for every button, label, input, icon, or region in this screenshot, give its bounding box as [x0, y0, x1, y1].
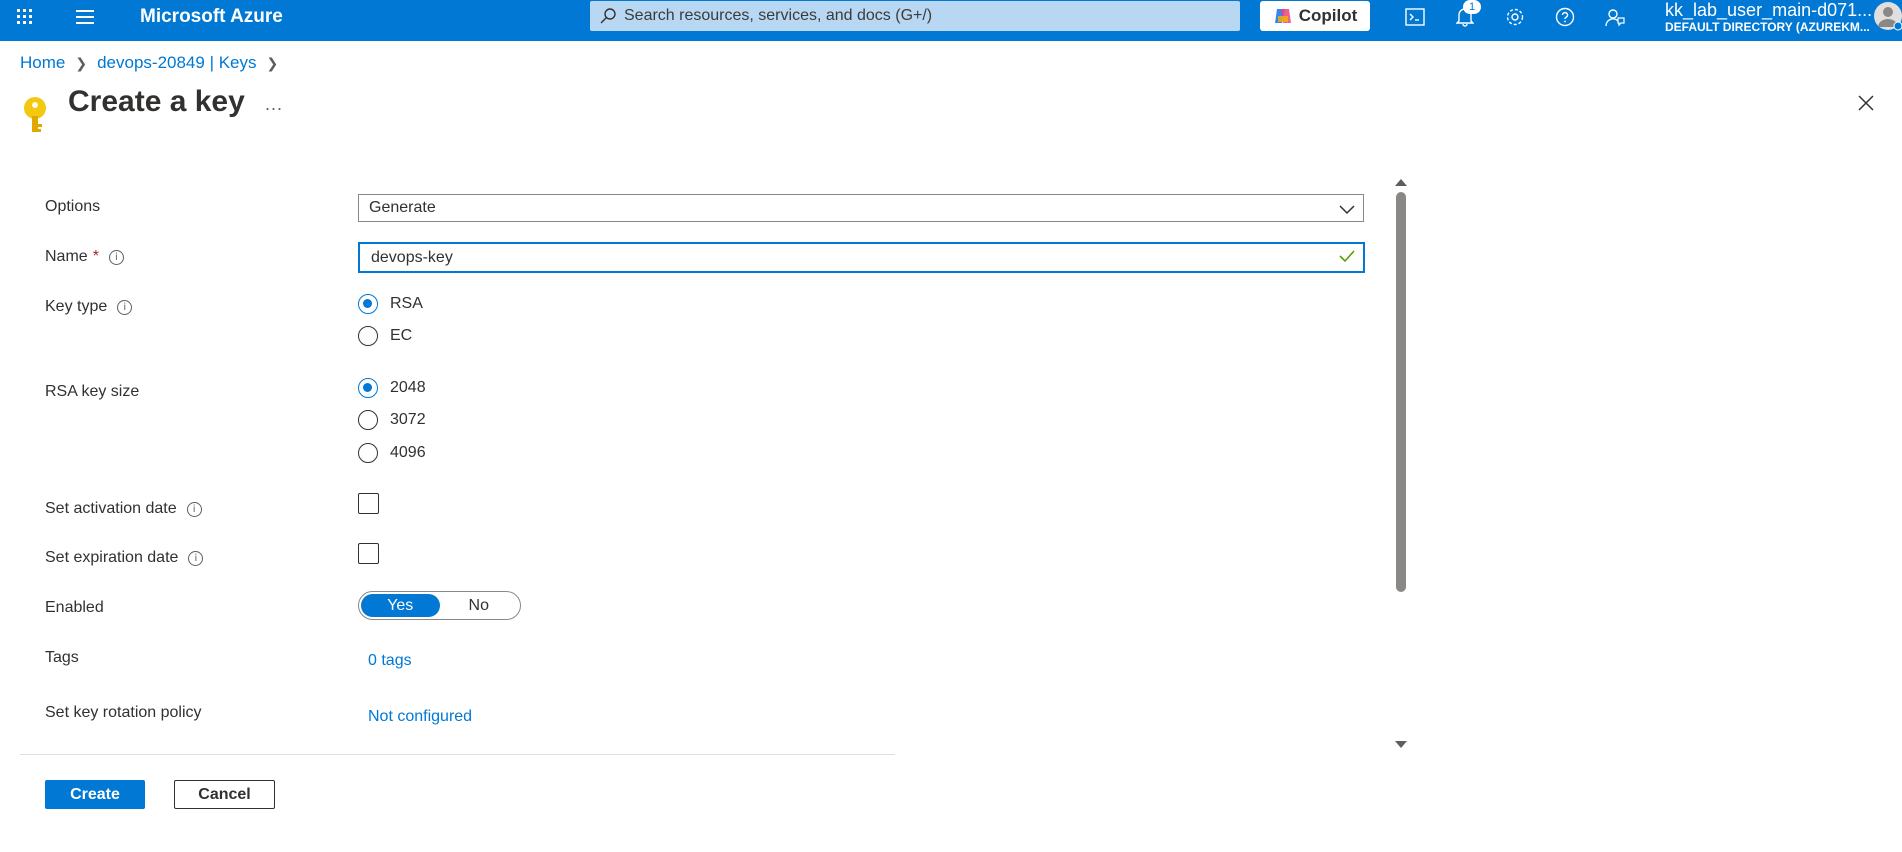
required-asterisk: *: [92, 248, 99, 265]
chevron-down-icon: [1339, 202, 1355, 220]
brand-title[interactable]: Microsoft Azure: [140, 0, 283, 33]
options-label-text: Options: [45, 198, 101, 215]
page-title: Create a key: [68, 85, 245, 118]
enabled-no-option[interactable]: No: [440, 594, 519, 617]
name-field[interactable]: [358, 242, 1365, 273]
radio-label: 3072: [390, 411, 426, 428]
app-launcher-icon[interactable]: [12, 0, 38, 33]
radio-label: EC: [390, 327, 413, 344]
rsa-size-radio-2048[interactable]: 2048: [358, 378, 426, 398]
feedback-icon[interactable]: [1595, 0, 1635, 33]
notification-count-badge: 1: [1463, 0, 1481, 14]
copilot-label: Copilot: [1298, 6, 1358, 25]
radio-indicator[interactable]: [358, 410, 378, 430]
scroll-down-arrow-icon[interactable]: [1394, 737, 1408, 755]
tags-link[interactable]: 0 tags: [368, 652, 412, 670]
name-input[interactable]: [369, 247, 1323, 268]
rotation-policy-link[interactable]: Not configured: [368, 708, 472, 726]
copilot-button[interactable]: Copilot: [1260, 1, 1370, 31]
key-type-label-text: Key type: [45, 298, 108, 315]
expiration-date-label-text: Set expiration date: [45, 549, 179, 566]
options-label: Options: [45, 198, 100, 216]
options-selected-value: Generate: [369, 199, 436, 216]
radio-indicator[interactable]: [358, 326, 378, 346]
chevron-right-icon: ❯: [266, 54, 279, 71]
radio-selected-indicator[interactable]: [358, 378, 378, 398]
radio-label: 2048: [390, 379, 426, 396]
info-icon[interactable]: i: [117, 299, 133, 315]
cancel-button[interactable]: Cancel: [174, 780, 275, 809]
options-dropdown[interactable]: Generate: [358, 194, 1364, 222]
name-label-text: Name: [45, 248, 88, 265]
key-type-radio-ec[interactable]: EC: [358, 326, 412, 346]
enabled-yes-option[interactable]: Yes: [361, 594, 440, 617]
global-search-box[interactable]: [590, 1, 1240, 31]
breadcrumb: Home ❯ devops-20849 | Keys ❯: [20, 53, 288, 73]
info-icon[interactable]: i: [186, 501, 202, 517]
help-question-icon[interactable]: [1545, 0, 1585, 33]
search-input[interactable]: [622, 6, 1206, 26]
radio-indicator[interactable]: [358, 443, 378, 463]
footer-divider: [20, 754, 895, 755]
rotation-policy-label-text: Set key rotation policy: [45, 704, 202, 721]
activation-date-label: Set activation date i: [45, 500, 202, 518]
enabled-label-text: Enabled: [45, 599, 104, 616]
scroll-up-arrow-icon[interactable]: [1394, 174, 1408, 192]
radio-selected-indicator[interactable]: [358, 294, 378, 314]
close-icon[interactable]: [1858, 95, 1874, 116]
tags-label: Tags: [45, 649, 79, 667]
rsa-size-radio-4096[interactable]: 4096: [358, 443, 426, 463]
info-icon[interactable]: i: [188, 550, 204, 566]
radio-label: RSA: [390, 295, 423, 312]
breadcrumb-home-link[interactable]: Home: [20, 53, 65, 73]
info-icon[interactable]: i: [108, 249, 124, 265]
key-type-radio-rsa[interactable]: RSA: [358, 294, 423, 314]
hamburger-menu-icon[interactable]: [72, 0, 98, 33]
rsa-key-size-label: RSA key size: [45, 383, 139, 401]
cloud-shell-icon[interactable]: [1395, 0, 1435, 33]
rotation-policy-label: Set key rotation policy: [45, 704, 202, 722]
radio-label: 4096: [390, 444, 426, 461]
enabled-toggle[interactable]: Yes No: [358, 591, 521, 620]
enabled-label: Enabled: [45, 599, 104, 617]
activation-date-label-text: Set activation date: [45, 500, 177, 517]
breadcrumb-vault-link[interactable]: devops-20849 | Keys: [97, 53, 256, 73]
name-label: Name * i: [45, 248, 124, 266]
expiration-date-label: Set expiration date i: [45, 549, 204, 567]
expiration-date-checkbox[interactable]: [358, 543, 379, 564]
rsa-key-size-label-text: RSA key size: [45, 383, 140, 400]
search-icon: [600, 8, 616, 24]
user-directory[interactable]: DEFAULT DIRECTORY (AZUREKM...: [1665, 20, 1870, 34]
key-icon: [22, 96, 48, 141]
user-account-name[interactable]: kk_lab_user_main-d071...: [1665, 0, 1872, 21]
create-button[interactable]: Create: [45, 780, 145, 809]
checkmark-icon: [1339, 249, 1355, 268]
chevron-right-icon: ❯: [75, 54, 88, 71]
copilot-icon: [1273, 6, 1293, 26]
top-bar: Microsoft Azure Copilot 1 kk_lab_user_ma…: [0, 0, 1902, 41]
more-options-button[interactable]: ...: [265, 94, 283, 115]
settings-gear-icon[interactable]: [1495, 0, 1535, 33]
rsa-size-radio-3072[interactable]: 3072: [358, 410, 426, 430]
scrollbar-thumb[interactable]: [1396, 192, 1406, 592]
tags-label-text: Tags: [45, 649, 79, 666]
key-type-label: Key type i: [45, 298, 133, 316]
avatar[interactable]: [1873, 1, 1902, 31]
activation-date-checkbox[interactable]: [358, 493, 379, 514]
